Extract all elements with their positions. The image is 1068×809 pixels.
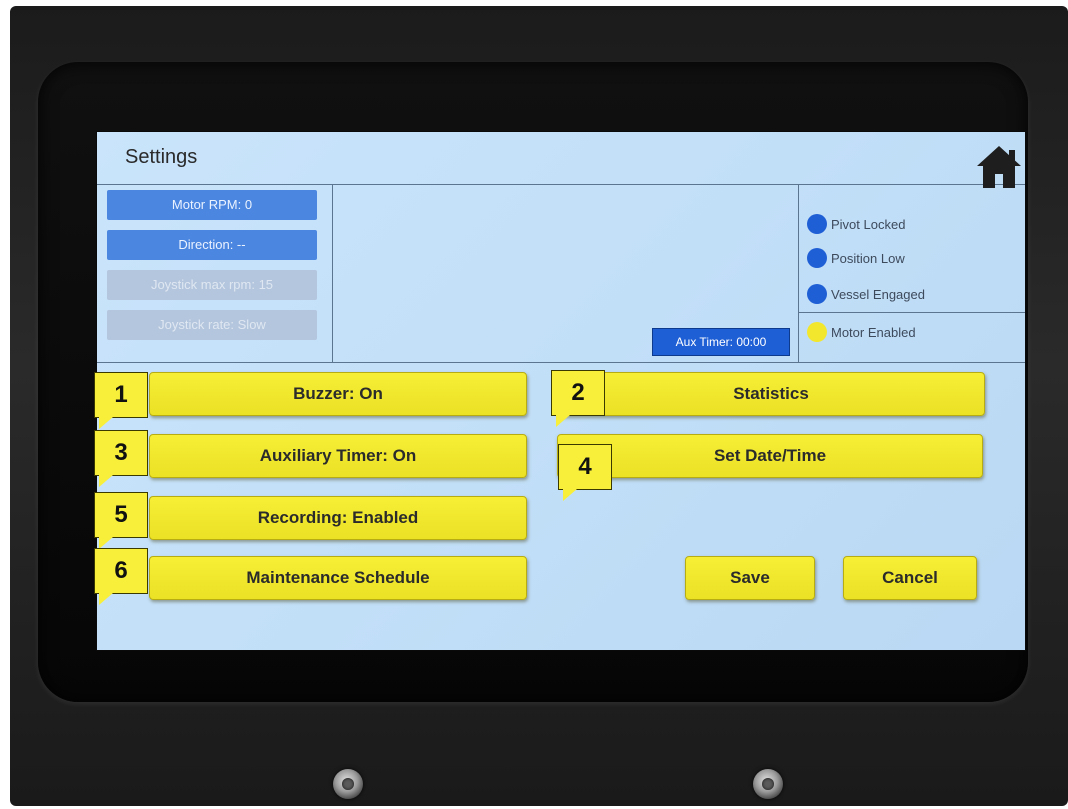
auxiliary-timer-button[interactable]: Auxiliary Timer: On	[149, 434, 527, 478]
save-button[interactable]: Save	[685, 556, 815, 600]
callout-1: 1	[94, 372, 148, 429]
motor-status-panel: Motor RPM: 0 Direction: -- Joystick max …	[97, 184, 333, 362]
indicator-vessel-engaged: Vessel Engaged	[807, 282, 925, 306]
callout-2: 2	[551, 370, 605, 427]
home-icon[interactable]	[973, 144, 1025, 188]
indicator-label: Motor Enabled	[831, 324, 916, 340]
indicator-label: Pivot Locked	[831, 216, 906, 232]
page-title: Settings	[125, 146, 198, 168]
callout-6: 6	[94, 548, 148, 605]
status-dot-icon	[807, 248, 827, 268]
indicator-panel: Pivot Locked Position Low Vessel Engaged…	[798, 184, 1025, 362]
indicator-position-low: Position Low	[807, 246, 905, 270]
cancel-button[interactable]: Cancel	[843, 556, 977, 600]
set-date-time-button[interactable]: Set Date/Time	[557, 434, 983, 478]
statistics-button[interactable]: Statistics	[557, 372, 985, 416]
title-bar: Settings	[97, 132, 1025, 188]
indicator-motor-enabled: Motor Enabled	[807, 320, 916, 344]
maintenance-schedule-button[interactable]: Maintenance Schedule	[149, 556, 527, 600]
buzzer-button[interactable]: Buzzer: On	[149, 372, 527, 416]
callout-4: 4	[558, 444, 612, 501]
motor-rpm-readout: Motor RPM: 0	[107, 190, 317, 220]
center-panel: Aux Timer: 00:00	[332, 184, 798, 362]
status-dot-icon	[807, 284, 827, 304]
indicator-label: Position Low	[831, 250, 905, 266]
callout-5: 5	[94, 492, 148, 549]
status-dot-icon	[807, 322, 827, 342]
aux-timer-readout: Aux Timer: 00:00	[652, 328, 790, 356]
status-area: Motor RPM: 0 Direction: -- Joystick max …	[97, 184, 1025, 363]
indicator-pivot-locked: Pivot Locked	[807, 212, 905, 236]
joystick-max-rpm-readout: Joystick max rpm: 15	[107, 270, 317, 300]
direction-readout: Direction: --	[107, 230, 317, 260]
screw-left-icon	[333, 769, 363, 799]
indicator-divider	[799, 312, 1025, 313]
indicator-label: Vessel Engaged	[831, 286, 925, 302]
recording-button[interactable]: Recording: Enabled	[149, 496, 527, 540]
joystick-rate-readout: Joystick rate: Slow	[107, 310, 317, 340]
status-dot-icon	[807, 214, 827, 234]
screw-right-icon	[753, 769, 783, 799]
callout-3: 3	[94, 430, 148, 487]
